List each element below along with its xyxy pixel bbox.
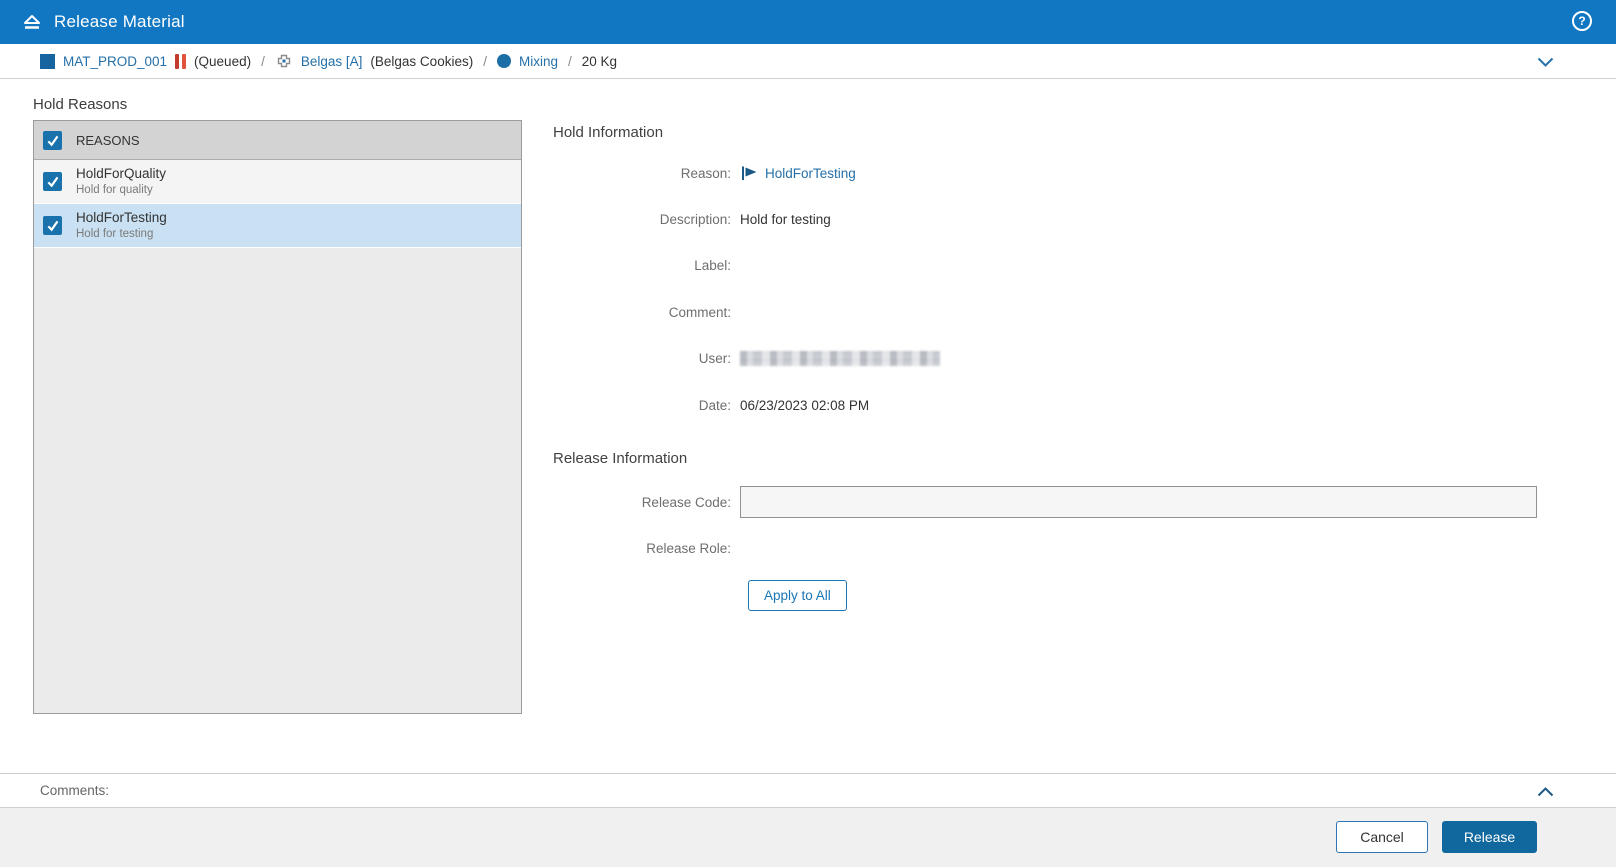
checkmark-icon — [47, 220, 59, 232]
collapse-header-button[interactable] — [20, 10, 44, 34]
eject-icon — [24, 15, 40, 29]
reason-checkbox[interactable] — [43, 172, 62, 191]
chevron-down-icon — [1537, 57, 1554, 67]
user-field-label: User: — [698, 351, 731, 366]
field-row-release-role: Release Role: — [553, 541, 1537, 556]
breadcrumb-separator: / — [261, 53, 265, 69]
reasons-header-label: REASONS — [76, 132, 140, 148]
breadcrumb-separator: / — [483, 53, 487, 69]
reason-row-holdforquality[interactable]: HoldForQuality Hold for quality — [34, 160, 521, 204]
equipment-icon — [277, 54, 291, 68]
checkmark-icon — [47, 135, 59, 146]
select-all-row[interactable]: REASONS — [34, 121, 521, 160]
reason-row-holdfortesting[interactable]: HoldForTesting Hold for testing — [34, 204, 521, 248]
reason-value-link[interactable]: HoldForTesting — [765, 166, 856, 181]
reason-field-label: Reason: — [680, 166, 731, 181]
comment-field-label: Comment: — [668, 305, 731, 320]
description-field-value: Hold for testing — [740, 212, 831, 227]
field-row-comment: Comment: — [553, 305, 1537, 320]
app-header: Release Material ? — [0, 0, 1616, 44]
quantity-label: 20 Kg — [581, 53, 618, 69]
description-field-label: Description: — [659, 212, 731, 227]
hold-reasons-list: REASONS HoldForQuality Hold for quality … — [33, 120, 522, 714]
comments-collapse-button[interactable] — [1537, 785, 1554, 800]
field-row-release-code: Release Code: — [553, 486, 1537, 518]
select-all-checkbox[interactable] — [43, 130, 62, 150]
equipment-link[interactable]: Belgas [A] — [301, 54, 363, 69]
status-label: (Queued) — [194, 53, 252, 69]
breadcrumb-expand-button[interactable] — [1537, 56, 1554, 71]
release-role-label: Release Role: — [646, 541, 731, 556]
field-row-reason: Reason: HoldForTesting — [553, 165, 1537, 182]
breadcrumb: MAT_PROD_001 (Queued) / Belgas [A] (Belg… — [0, 44, 1616, 79]
reason-description: Hold for quality — [76, 183, 153, 196]
label-field-label: Label: — [694, 258, 731, 273]
footer-action-bar: Cancel Release — [0, 808, 1616, 867]
help-icon[interactable]: ? — [1572, 11, 1592, 31]
release-code-input[interactable] — [740, 486, 1537, 518]
page-title: Release Material — [54, 12, 185, 31]
material-link[interactable]: MAT_PROD_001 — [63, 54, 167, 69]
reason-checkbox[interactable] — [43, 216, 62, 235]
reason-description: Hold for testing — [76, 227, 154, 240]
reason-name: HoldForTesting — [76, 210, 167, 226]
material-icon — [40, 53, 55, 69]
date-field-label: Date: — [698, 398, 731, 413]
release-code-label: Release Code: — [641, 494, 731, 510]
comments-bar[interactable]: Comments: — [0, 773, 1616, 808]
chevron-up-icon — [1537, 787, 1554, 797]
apply-to-all-button[interactable]: Apply to All — [748, 580, 847, 611]
field-row-description: Description: Hold for testing — [553, 212, 1537, 227]
field-row-user: User: — [553, 351, 1537, 366]
cancel-button[interactable]: Cancel — [1336, 821, 1428, 853]
release-information-title: Release Information — [553, 450, 688, 467]
reason-name: HoldForQuality — [76, 166, 167, 182]
date-field-value: 06/23/2023 02:08 PM — [740, 398, 870, 413]
user-value-redacted — [740, 351, 940, 366]
comments-label: Comments: — [40, 783, 110, 798]
equipment-description: (Belgas Cookies) — [370, 53, 474, 69]
operation-icon — [496, 54, 511, 68]
flag-icon — [742, 166, 757, 180]
operation-link[interactable]: Mixing — [519, 54, 558, 69]
hold-reasons-title: Hold Reasons — [33, 96, 128, 113]
paused-status-icon — [175, 53, 187, 69]
release-material-window: Release Material ? MAT_PROD_001 (Queued)… — [0, 0, 1616, 867]
checkmark-icon — [47, 176, 59, 188]
breadcrumb-separator: / — [567, 53, 572, 69]
field-row-date: Date: 06/23/2023 02:08 PM — [553, 398, 1537, 413]
field-row-label: Label: — [553, 258, 1537, 273]
release-button[interactable]: Release — [1442, 821, 1537, 853]
hold-information-title: Hold Information — [553, 124, 664, 141]
